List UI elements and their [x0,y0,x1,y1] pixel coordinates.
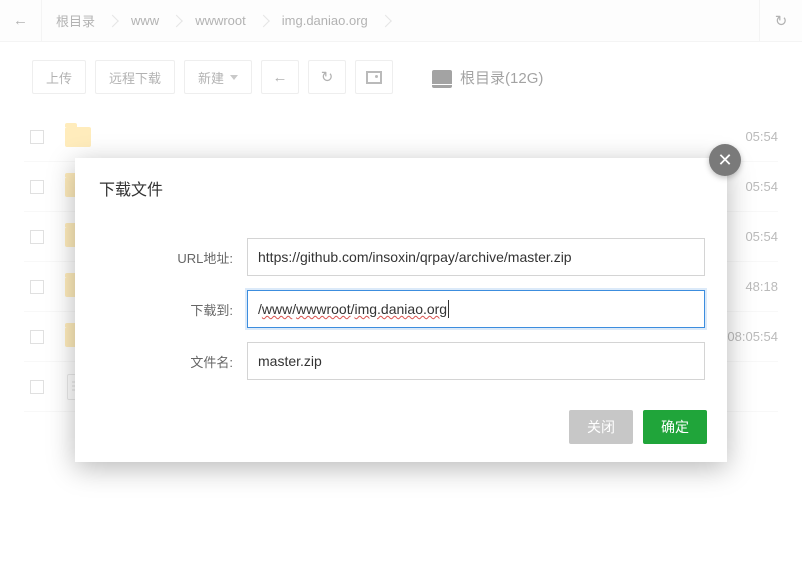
confirm-label: 确定 [661,419,689,435]
modal-actions: 关闭 确定 [75,404,727,444]
form-row-url: URL地址: [97,238,705,276]
cancel-button[interactable]: 关闭 [569,410,633,444]
modal-form: URL地址: 下载到: /www/wwwroot/img.daniao.org … [75,208,727,404]
dest-value: /www/wwwroot/img.daniao.org [258,301,447,317]
close-icon: ✕ [717,150,732,171]
form-row-filename: 文件名: [97,342,705,380]
url-label: URL地址: [97,248,247,267]
dest-input[interactable]: /www/wwwroot/img.daniao.org [247,290,705,328]
modal-wrap: ✕ 下载文件 URL地址: 下载到: /www/wwwroot/img.dani… [0,0,802,566]
text-cursor [448,300,449,318]
dest-label: 下载到: [97,300,247,319]
download-file-modal: ✕ 下载文件 URL地址: 下载到: /www/wwwroot/img.dani… [75,158,727,462]
filename-label: 文件名: [97,352,247,371]
close-button[interactable]: ✕ [709,144,741,176]
form-row-dest: 下载到: /www/wwwroot/img.daniao.org [97,290,705,328]
filename-input[interactable] [247,342,705,380]
cancel-label: 关闭 [587,419,615,435]
confirm-button[interactable]: 确定 [643,410,707,444]
url-input[interactable] [247,238,705,276]
modal-title: 下载文件 [75,158,727,208]
